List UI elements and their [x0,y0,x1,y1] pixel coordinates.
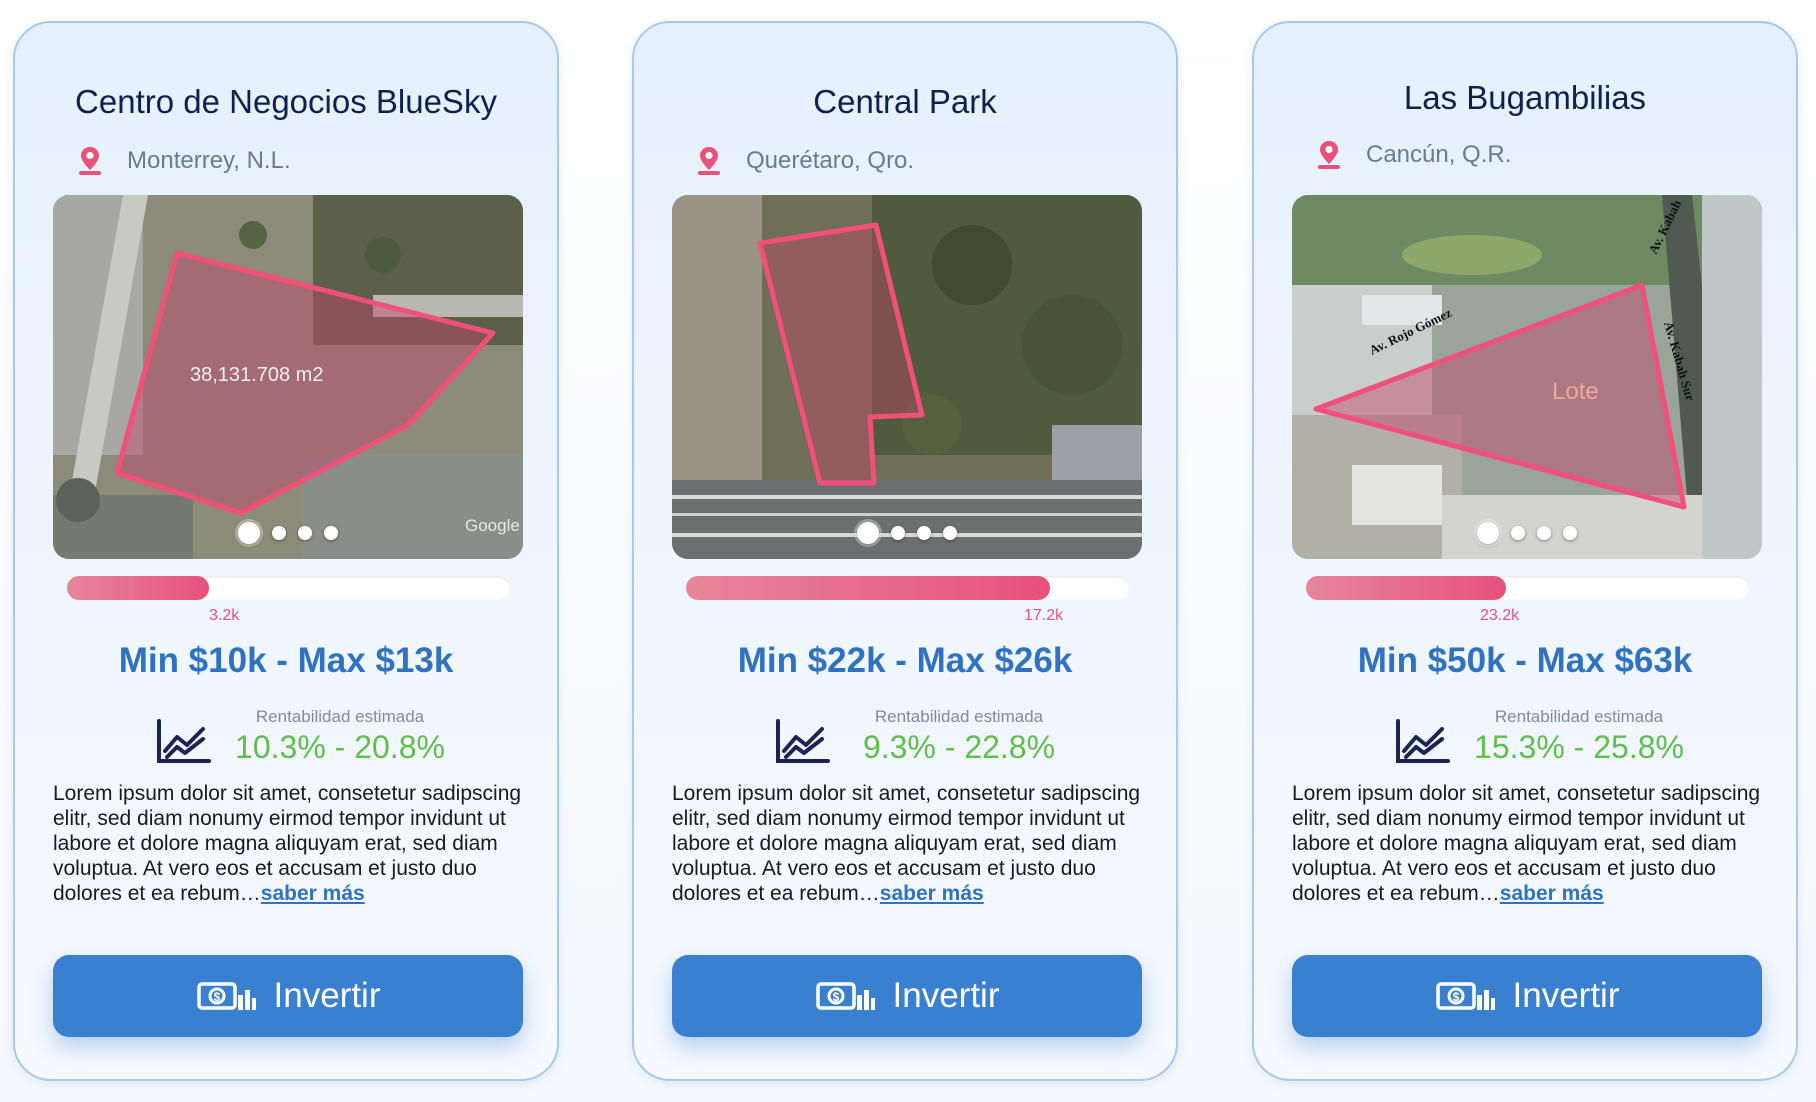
carousel-dot[interactable] [943,526,957,540]
money-bills-icon: $ [815,982,875,1010]
location-text: Querétaro, Qro. [746,147,915,174]
carousel-dot[interactable] [857,522,879,544]
invest-button-label: Invertir [1512,976,1620,1015]
property-cards: Centro de Negocios BlueSky Monterrey, N.… [0,0,1816,1102]
aerial-photo: 38,131.708 m2 Google [53,195,523,559]
area-label: 38,131.708 m2 [190,364,323,386]
location-pin-icon [698,147,720,175]
invest-button[interactable]: $ Invertir [672,955,1142,1037]
funding-progress-fill [1306,576,1506,600]
funding-progress-bar [67,576,511,600]
aerial-photo [672,195,1142,559]
carousel-dot[interactable] [324,526,338,540]
funding-progress-label: 17.2k [1024,607,1064,624]
property-photo[interactable]: Lote Av. Rojo Gómez Av. Kabah Av. Kabah … [1292,195,1762,559]
property-description: Lorem ipsum dolor sit amet, consetetur s… [672,781,1146,906]
chart-trend-icon [1396,719,1450,763]
carousel-dots [672,522,1142,544]
carousel-dot[interactable] [1537,526,1551,540]
funding-progress-bar [1306,576,1750,600]
invest-button[interactable]: $ Invertir [53,955,523,1037]
location-text: Cancún, Q.R. [1366,141,1512,168]
invest-button-label: Invertir [892,976,1000,1015]
invest-button-label: Invertir [273,976,381,1015]
location-pin-icon [79,147,101,175]
funding-progress-bar [686,576,1130,600]
rentability-label: Rentabilidad estimada [255,707,425,726]
carousel-dots [1292,522,1762,544]
property-location: Querétaro, Qro. [697,141,914,181]
carousel-dot[interactable] [1563,526,1577,540]
chart-trend-icon [776,719,830,763]
carousel-dot[interactable] [891,526,905,540]
lote-label: Lote [1552,378,1599,405]
invest-button[interactable]: $ Invertir [1292,955,1762,1037]
chart-trend-icon [157,719,211,763]
rentability-label: Rentabilidad estimada [874,707,1044,726]
location-text: Monterrey, N.L. [127,147,291,174]
carousel-dot[interactable] [1477,522,1499,544]
rentability-value: 15.3% - 25.8% [1474,729,1684,765]
property-photo[interactable] [672,195,1142,559]
funding-progress-fill [67,576,210,600]
saber-mas-link[interactable]: saber más [261,882,365,905]
property-description: Lorem ipsum dolor sit amet, consetetur s… [1292,781,1766,906]
carousel-dots [53,522,523,544]
funding-progress-fill [686,576,1051,600]
property-card: Las Bugambilias Cancún, Q.R. Lote Av. Ro… [1252,21,1798,1081]
property-location: Cancún, Q.R. [1317,135,1511,175]
property-card: Central Park Querétaro, Qro. 17.2k Min $… [632,21,1178,1081]
location-pin-icon [1318,141,1340,169]
carousel-dot[interactable] [238,522,260,544]
funding-progress-label: 3.2k [209,607,240,624]
property-description: Lorem ipsum dolor sit amet, consetetur s… [53,781,527,906]
funding-progress-label: 23.2k [1480,607,1520,624]
saber-mas-link[interactable]: saber más [880,882,984,905]
carousel-dot[interactable] [298,526,312,540]
aerial-photo: Lote Av. Rojo Gómez Av. Kabah Av. Kabah … [1292,195,1762,559]
carousel-dot[interactable] [272,526,286,540]
price-range: Min $50k - Max $63k [1357,641,1693,680]
price-range: Min $22k - Max $26k [737,641,1073,680]
svg-text:$: $ [1452,990,1459,1004]
carousel-dot[interactable] [917,526,931,540]
money-bills-icon: $ [196,982,256,1010]
property-location: Monterrey, N.L. [78,141,291,181]
saber-mas-link[interactable]: saber más [1500,882,1604,905]
rentability-value: 10.3% - 20.8% [235,729,445,765]
carousel-dot[interactable] [1511,526,1525,540]
property-photo[interactable]: 38,131.708 m2 Google [53,195,523,559]
rentability-label: Rentabilidad estimada [1494,707,1664,726]
svg-text:$: $ [213,990,220,1004]
svg-text:$: $ [832,990,839,1004]
property-card: Centro de Negocios BlueSky Monterrey, N.… [13,21,559,1081]
money-bills-icon: $ [1435,982,1495,1010]
price-range: Min $10k - Max $13k [118,641,454,680]
rentability-value: 9.3% - 22.8% [862,729,1056,765]
